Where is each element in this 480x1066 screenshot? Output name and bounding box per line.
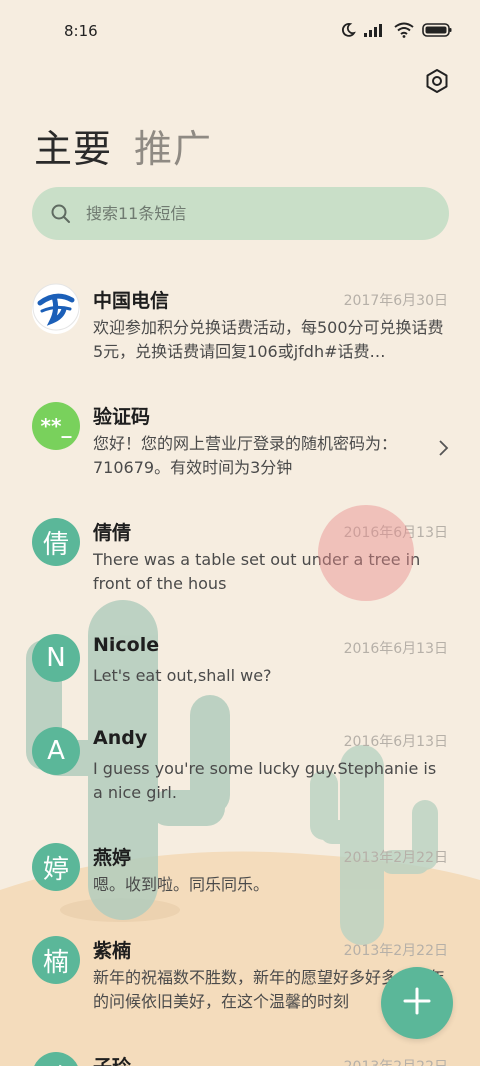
message-row[interactable]: 玲 子玲 2013年2月22日	[0, 1036, 480, 1066]
sender-name: Nicole	[93, 634, 160, 656]
message-date: 2016年6月13日	[343, 641, 448, 657]
message-date: 2013年2月22日	[343, 850, 448, 866]
avatar: 楠	[32, 936, 80, 984]
message-date: 2013年2月22日	[343, 943, 448, 959]
signal-icon	[364, 23, 386, 37]
avatar: A	[32, 727, 80, 775]
search-bar[interactable]	[32, 187, 449, 240]
avatar: 倩	[32, 518, 80, 566]
avatar: N	[32, 634, 80, 682]
message-preview: Let's eat out,shall we?	[93, 666, 272, 685]
wifi-icon	[394, 22, 414, 38]
message-date: 2013年2月22日	[344, 1056, 448, 1066]
avatar: 婷	[32, 843, 80, 891]
message-date: 2017年6月30日	[343, 293, 448, 309]
plus-icon	[403, 987, 431, 1019]
message-date: 2016年6月13日	[343, 734, 448, 750]
settings-button[interactable]	[422, 68, 452, 98]
tab-bar: 主要 推广	[34, 118, 212, 173]
status-bar: 8:16	[0, 0, 480, 60]
message-row[interactable]: 中国电信 2017年6月30日 欢迎参加积分兑换话费活动，每500分可兑换话费5…	[0, 270, 480, 380]
battery-icon	[422, 23, 452, 37]
message-preview: 欢迎参加积分兑换话费活动，每500分可兑换话费5元，兑换话费请回复106或jfd…	[93, 318, 444, 361]
sender-name: 倩倩	[93, 522, 132, 544]
sender-name: 燕婷	[93, 847, 132, 869]
sender-name: 中国电信	[93, 290, 170, 312]
message-row[interactable]: **_ 验证码 您好！您的网上营业厅登录的随机密码为：710679。有效时间为3…	[0, 386, 480, 496]
search-input[interactable]	[86, 204, 406, 223]
status-icons	[340, 22, 452, 38]
message-preview: 嗯。收到啦。同乐同乐。	[93, 875, 270, 894]
message-row[interactable]: A Andy 2016年6月13日 I guess you're some lu…	[0, 711, 480, 821]
avatar	[32, 283, 80, 334]
tab-main[interactable]: 主要	[34, 118, 112, 173]
message-preview: 您好！您的网上营业厅登录的随机密码为：710679。有效时间为3分钟	[93, 434, 398, 477]
message-preview: I guess you're some lucky guy.Stephanie …	[93, 759, 437, 802]
china-telecom-logo-icon	[32, 283, 80, 338]
avatar: 玲	[32, 1052, 80, 1066]
touch-indicator	[318, 505, 414, 601]
sender-name: 子玲	[93, 1052, 131, 1066]
status-time: 8:16	[64, 22, 98, 40]
new-message-button[interactable]	[381, 967, 453, 1039]
sender-name: 验证码	[93, 406, 151, 428]
do-not-disturb-moon-icon	[340, 22, 356, 38]
avatar: **_	[32, 402, 80, 450]
chevron-right-icon	[436, 438, 450, 458]
sender-name: 紫楠	[93, 940, 132, 962]
settings-gear-icon	[424, 68, 450, 98]
sender-name: Andy	[93, 727, 148, 749]
search-icon	[50, 203, 72, 225]
tab-promotions[interactable]: 推广	[134, 118, 212, 173]
